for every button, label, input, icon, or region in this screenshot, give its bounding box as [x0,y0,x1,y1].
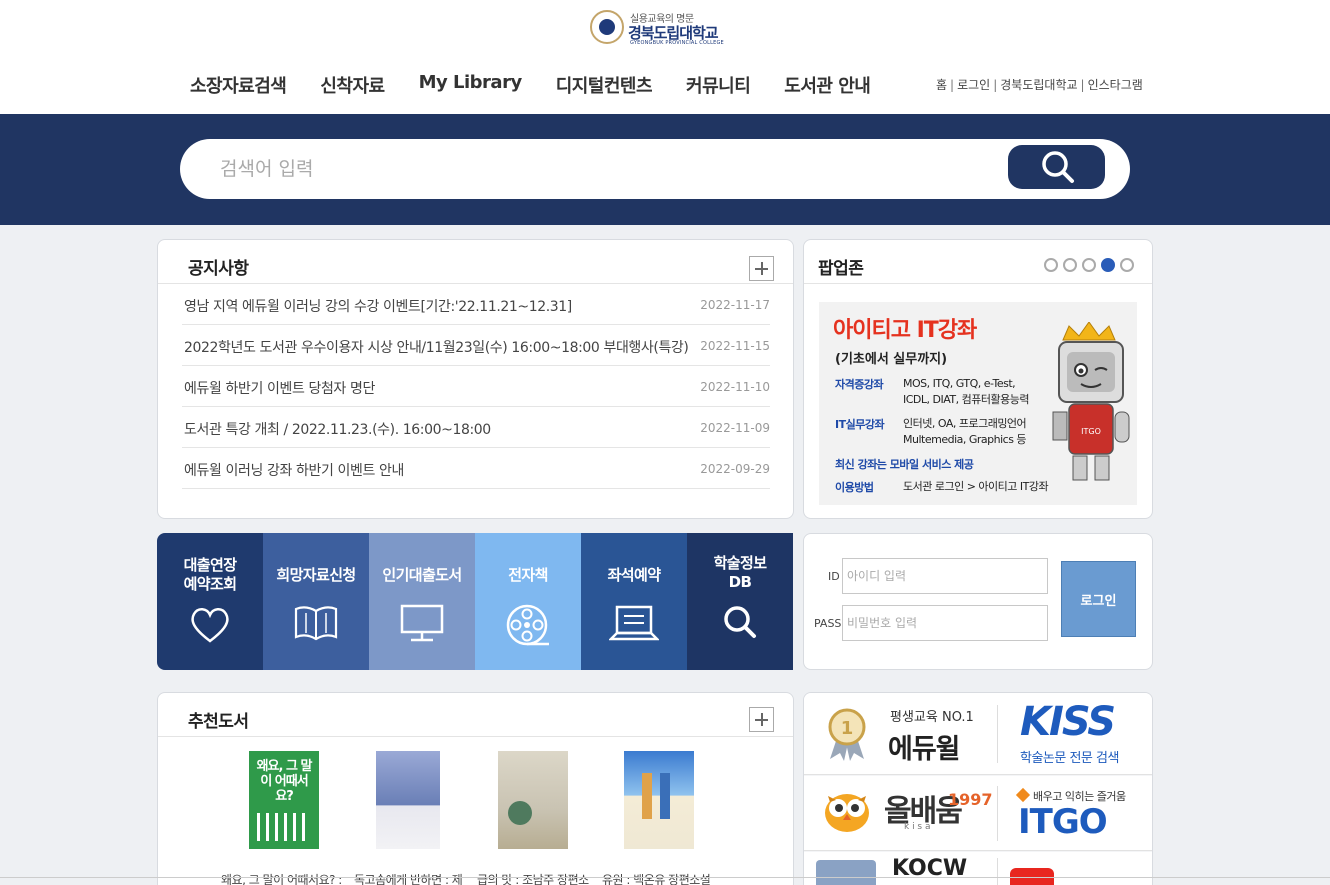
id-input[interactable] [842,558,1048,594]
external-links-panel: 1 평생교육 NO.1 에듀윌 KISS 학술논문 전문 검색 올배움 1997… [803,692,1153,885]
laptop-icon [609,605,659,641]
search-icon [724,606,756,638]
owl-icon [825,794,869,832]
kisa-subtitle: k i s a [904,822,931,832]
book-cover[interactable] [376,751,440,849]
banner-headline: 아이티고 IT강좌 [833,318,977,343]
book-caption[interactable]: 왜요, 그 말이 어때서요? : [221,871,342,885]
link-row-kisa-itgo: 올배움 1997 k i s a 배우고 익히는 즐거움 ITGO [804,776,1152,851]
itgo-popup-banner[interactable]: 아이티고 IT강좌 (기초에서 실무까지) 자격증강좌 MOS, ITQ, GTQ… [819,302,1137,505]
svg-text:1: 1 [841,718,854,739]
pager-dot[interactable] [1044,258,1058,272]
kocw-monitor-icon [816,860,876,885]
recommended-books-title: 추천도서 [188,712,249,732]
quick-academic-db[interactable]: 학술정보 DB [687,533,793,670]
book-caption[interactable]: 독고솜에게 반하면 : 제 [354,871,463,885]
books-more-button[interactable] [749,707,774,732]
recommended-books-panel: 추천도서 왜요, 그 말이 어때서요? 왜요, 그 말이 어때서요? : 독고솜… [157,692,794,885]
site-header: 실용교육의 명문 경북도립대학교 GYEONGBUK PROVINCIAL CO… [0,0,1330,114]
film-reel-icon [506,604,549,646]
kisa-year: 1997 [948,790,993,809]
notice-panel: 공지사항 영남 지역 에듀윌 이러닝 강의 수강 이벤트[기간:'22.11.2… [157,239,794,519]
pass-label: PASS [814,617,842,630]
book-caption[interactable]: 유원 : 백온유 장편소설 [602,871,711,885]
notice-title: 공지사항 [188,259,249,279]
quick-popular-books[interactable]: 인기대출도서 [369,533,475,670]
util-login-link[interactable]: 로그인 [957,78,990,92]
search-band [0,114,1330,225]
quick-hope-material-request[interactable]: 희망자료신청 [263,533,369,670]
link-row-kocw: KOCW [804,852,1152,885]
book-caption[interactable]: 급의 맛 : 조남주 장편소 [477,871,589,885]
medal-icon: 1 [828,708,866,761]
popup-zone-panel: 팝업존 아이티고 IT강좌 (기초에서 실무까지) 자격증강좌 MOS, ITQ,… [803,239,1153,519]
util-instagram-link[interactable]: 인스타그램 [1088,78,1143,92]
college-seal-icon [590,10,624,44]
notice-item[interactable]: 영남 지역 에듀윌 이러닝 강의 수강 이벤트[기간:'22.11.21~12.… [182,284,770,325]
nav-item-my-library[interactable]: My Library [419,72,523,98]
notice-item[interactable]: 에듀윌 하반기 이벤트 당첨자 명단 2022-11-10 [182,366,770,407]
kiss-logo[interactable]: KISS [1020,699,1116,745]
notice-item[interactable]: 도서관 특강 개최 / 2022.11.23.(수). 16:00~18:00 2… [182,407,770,448]
util-college-link[interactable]: 경북도립대학교 [1000,78,1077,92]
quick-seat-reservation[interactable]: 좌석예약 [581,533,687,670]
monitor-icon [400,604,444,642]
nav-item-new-arrivals[interactable]: 신착자료 [320,72,385,98]
pager-dot-active[interactable] [1101,258,1115,272]
book-cover[interactable] [624,751,694,849]
util-home-link[interactable]: 홈 [936,78,947,92]
login-button[interactable]: 로그인 [1061,561,1136,637]
nav-item-library-info[interactable]: 도서관 안내 [784,72,871,98]
quick-menu: 대출연장 예약조회 희망자료신청 인기대출도서 전자책 좌석예약 학술정보 DB [157,533,794,670]
itgo-logo[interactable]: ITGO [1018,802,1108,842]
book-cover[interactable] [498,751,568,849]
pager-dot[interactable] [1082,258,1096,272]
banner-subheadline: (기초에서 실무까지) [835,352,948,367]
open-book-icon [294,606,338,641]
svg-text:ITGO: ITGO [1081,427,1101,436]
pager-dot[interactable] [1063,258,1077,272]
id-label: ID [828,570,840,583]
eduwill-subtitle[interactable]: 평생교육 NO.1 [890,706,974,725]
search-input[interactable] [220,153,980,185]
login-panel: ID PASS 로그인 [803,533,1153,670]
itgo-diamond-icon [1015,787,1031,803]
notice-item[interactable]: 에듀윌 이러닝 강좌 하반기 이벤트 안내 2022-09-29 [182,448,770,489]
popup-pager [1044,258,1139,272]
quick-loan-extension[interactable]: 대출연장 예약조회 [157,533,263,670]
kiss-subtitle[interactable]: 학술논문 전문 검색 [1020,747,1119,766]
search-box [180,139,1130,199]
nav-item-holdings-search[interactable]: 소장자료검색 [190,72,287,98]
quick-ebook[interactable]: 전자책 [475,533,581,670]
eduwill-title[interactable]: 에듀윌 [888,727,961,766]
pager-dot[interactable] [1120,258,1134,272]
itgo-mascot-icon: ITGO [1052,322,1130,481]
heart-icon [191,608,229,643]
search-icon [1042,151,1074,183]
notice-item[interactable]: 2022학년도 도서관 우수이용자 시상 안내/11월23일(수) 16:00~… [182,325,770,366]
nav-item-digital-contents[interactable]: 디지털컨텐츠 [556,72,653,98]
logo-english: GYEONGBUK PROVINCIAL COLLEGE [630,40,724,46]
notice-more-button[interactable] [749,256,774,281]
link-row-eduwill-kiss: 1 평생교육 NO.1 에듀윌 KISS 학술논문 전문 검색 [804,693,1152,775]
notice-list: 영남 지역 에듀윌 이러닝 강의 수강 이벤트[기간:'22.11.21~12.… [182,284,770,489]
nav-item-community[interactable]: 커뮤니티 [686,72,751,98]
bottom-divider [0,877,1330,878]
search-button[interactable] [1008,145,1105,189]
college-logo[interactable]: 실용교육의 명문 경북도립대학교 GYEONGBUK PROVINCIAL CO… [590,8,724,48]
book-cover[interactable]: 왜요, 그 말이 어때서요? [249,751,319,849]
main-nav: 소장자료검색 신착자료 My Library 디지털컨텐츠 커뮤니티 도서관 안… [190,72,904,98]
password-input[interactable] [842,605,1048,641]
utility-links: 홈 | 로그인 | 경북도립대학교 | 인스타그램 [936,78,1143,92]
popup-zone-title: 팝업존 [818,259,864,279]
